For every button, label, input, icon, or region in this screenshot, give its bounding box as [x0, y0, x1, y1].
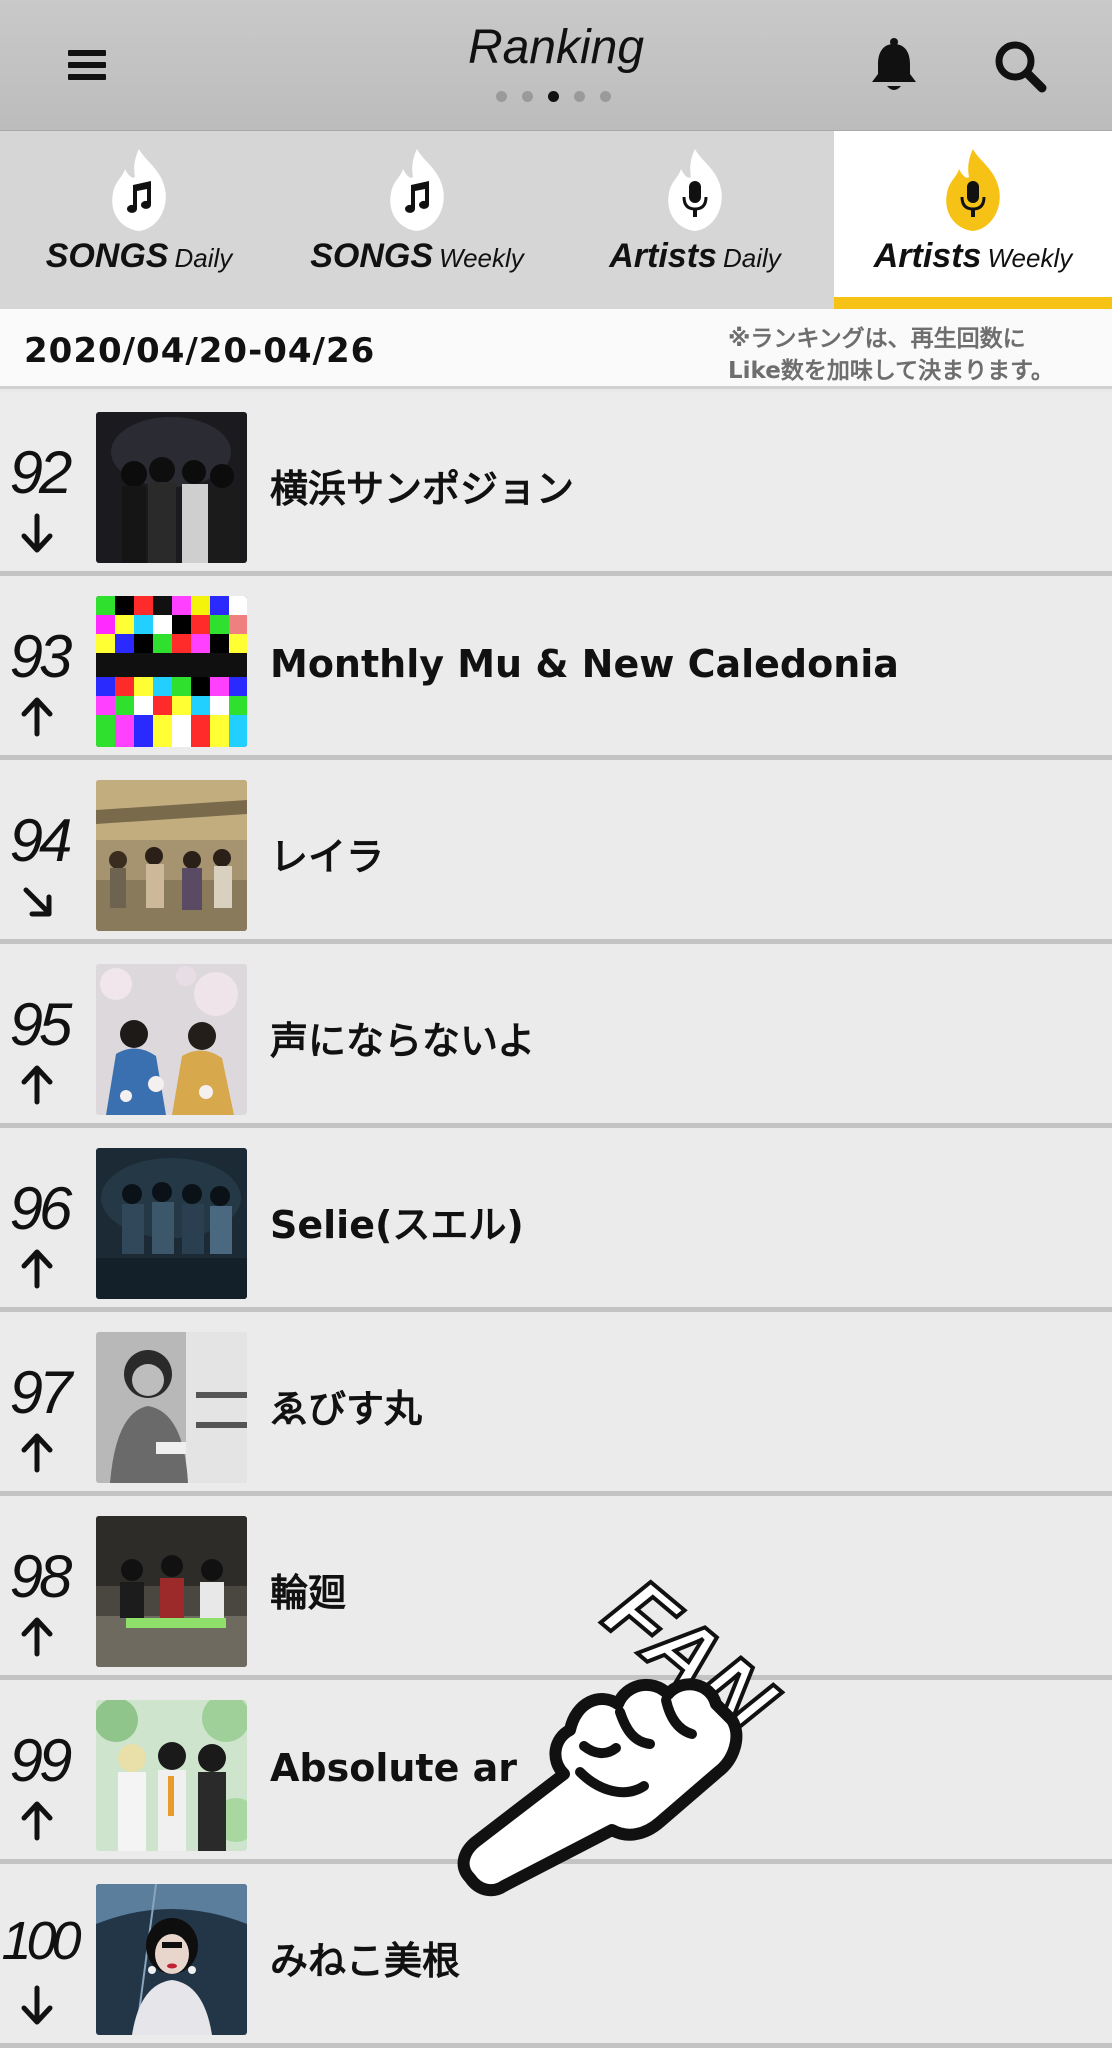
page-dot[interactable]: [600, 91, 611, 102]
arrow-down-icon: [21, 513, 53, 553]
artist-name: レイラ: [270, 835, 385, 879]
ranking-row[interactable]: 97 ゑびす丸: [0, 1312, 1112, 1496]
tab-sub-label: Daily: [722, 243, 781, 273]
tab-sub-label: Daily: [174, 243, 233, 273]
ranking-row[interactable]: 92 横浜サンポジョン: [0, 392, 1112, 576]
page-dot[interactable]: [496, 91, 507, 102]
page-dot[interactable]: [522, 91, 533, 102]
rank-number: 97: [9, 1359, 73, 1426]
ranking-note-line: ※ランキングは、再生回数に: [728, 326, 1026, 352]
artist-photo: [96, 1700, 247, 1851]
microphone-icon: [668, 149, 722, 231]
artist-name: Monthly Mu & New Caledonia: [270, 642, 899, 686]
rank-number: 99: [9, 1727, 73, 1794]
artist-name: みねこ美根: [270, 1939, 461, 1983]
ranking-note: ※ランキングは、再生回数に Like数を加味して決まります。: [728, 323, 1108, 387]
microphone-icon: [946, 149, 1000, 231]
rank-number: 98: [9, 1543, 73, 1610]
ranking-row[interactable]: 95 声にならないよ: [0, 944, 1112, 1128]
artist-name: ゑびす丸: [270, 1387, 423, 1431]
artist-name: 声にならないよ: [270, 1019, 536, 1063]
artist-photo: [96, 1884, 247, 2035]
ranking-row[interactable]: 93 Monthly Mu & New Caledonia: [0, 576, 1112, 760]
tab-sub-label: Weekly: [987, 243, 1073, 273]
ranking-row[interactable]: 94 レイラ: [0, 760, 1112, 944]
arrow-down-right-icon: [23, 887, 52, 917]
arrow-up-icon: [21, 1249, 53, 1289]
ranking-tabs: SONGS Daily SONGS Weekly Artists Daily Arti…: [0, 131, 1112, 309]
date-bar: 2020/04/20-04/26 ※ランキングは、再生回数に Like数を加味し…: [0, 309, 1112, 389]
music-note-icon: [112, 149, 166, 231]
artist-photo: [96, 1148, 247, 1299]
ranking-note-line: Like数を加味して決まります。: [728, 358, 1054, 384]
artist-photo: [96, 1516, 247, 1667]
fan-button[interactable]: FAN: [430, 1557, 810, 1900]
music-note-icon: [390, 149, 444, 231]
rank-number: 93: [9, 623, 73, 690]
arrow-up-icon: [21, 1801, 53, 1841]
artist-name: 輪廻: [270, 1571, 347, 1615]
pointing-hand-icon: FAN: [457, 1557, 797, 1897]
arrow-up-icon: [21, 1065, 53, 1105]
tab-main-label: Artists: [609, 237, 717, 275]
artist-name: Selie(スエル): [270, 1203, 524, 1247]
rank-number: 100: [1, 1911, 81, 1971]
tab-songs-daily[interactable]: SONGS Daily: [0, 131, 278, 309]
tab-artists-daily[interactable]: Artists Daily: [556, 131, 834, 309]
artist-name: 横浜サンポジョン: [270, 467, 575, 511]
page-indicator: [496, 91, 611, 102]
tab-main-label: SONGS: [310, 237, 434, 275]
artist-photo: [96, 1332, 247, 1483]
bell-icon[interactable]: [868, 36, 920, 94]
artist-photo: [96, 412, 247, 563]
tab-main-label: Artists: [873, 237, 982, 275]
rank-number: 94: [9, 807, 73, 874]
arrow-up-icon: [21, 1617, 53, 1657]
tab-artists-weekly[interactable]: Artists Weekly: [834, 131, 1112, 309]
search-icon[interactable]: [992, 38, 1048, 94]
app-header: Ranking: [0, 0, 1112, 131]
artist-photo: [96, 596, 247, 747]
tab-sub-label: Weekly: [439, 243, 524, 273]
page-dot[interactable]: [574, 91, 585, 102]
arrow-up-icon: [21, 1433, 53, 1473]
artist-photo: [96, 780, 247, 931]
page-dot-active[interactable]: [548, 91, 559, 102]
ranking-date-range: 2020/04/20-04/26: [24, 331, 376, 371]
page-title: Ranking: [467, 21, 645, 74]
tab-songs-weekly[interactable]: SONGS Weekly: [278, 131, 556, 309]
tab-main-label: SONGS: [45, 237, 169, 275]
rank-number: 95: [9, 991, 73, 1058]
arrow-down-icon: [21, 1985, 53, 2025]
artist-photo: [96, 964, 247, 1115]
arrow-up-icon: [21, 697, 53, 737]
ranking-row[interactable]: 96 Selie(スエル): [0, 1128, 1112, 1312]
rank-number: 92: [9, 439, 73, 506]
rank-number: 96: [9, 1175, 73, 1242]
